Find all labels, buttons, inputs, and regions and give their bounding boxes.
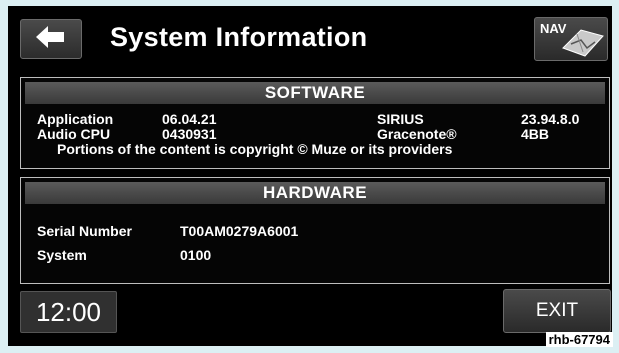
serial-number-value: T00AM0279A6001 [180,223,299,239]
serial-number-label: Serial Number [37,223,132,239]
system-label: System [37,247,87,263]
back-button[interactable] [20,19,82,59]
audio-cpu-label: Audio CPU [37,126,111,142]
page-title: System Information [110,22,368,52]
gracenote-label: Gracenote® [377,126,457,142]
hardware-panel: HARDWARE Serial Number T00AM0279A6001 Sy… [20,177,610,284]
software-heading: SOFTWARE [25,82,605,104]
back-arrow-icon [36,25,66,53]
system-value: 0100 [180,247,212,263]
clock-display[interactable]: 12:00 [20,291,117,333]
audio-cpu-value: 0430931 [162,126,217,142]
copyright-notice: Portions of the content is copyright © M… [57,141,453,157]
sirius-value: 23.94.8.0 [521,111,580,127]
exit-button[interactable]: EXIT [503,289,611,333]
image-reference-code: rhb-67794 [545,332,613,347]
software-panel: SOFTWARE Application 06.04.21 SIRIUS 23.… [20,77,610,169]
sirius-label: SIRIUS [377,111,424,127]
nav-button[interactable]: NAV [534,17,608,61]
application-value: 06.04.21 [162,111,217,127]
application-label: Application [37,111,114,127]
hardware-heading: HARDWARE [25,182,605,204]
gracenote-value: 4BB [521,126,550,142]
